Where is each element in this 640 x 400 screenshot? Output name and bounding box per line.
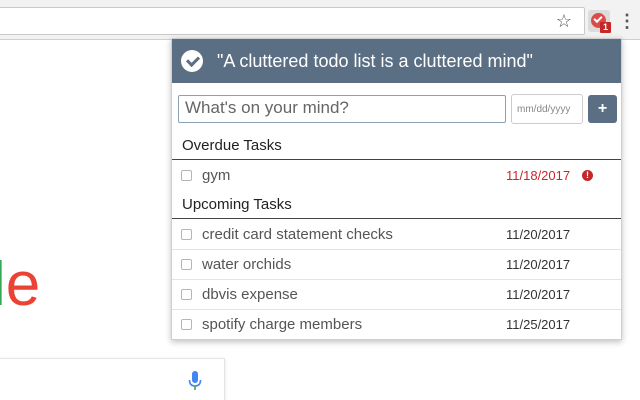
add-task-button[interactable]: + xyxy=(588,95,617,123)
task-row: gym 11/18/2017 ! xyxy=(172,161,621,191)
microphone-icon[interactable] xyxy=(188,370,202,392)
todo-popup: "A cluttered todo list is a cluttered mi… xyxy=(171,38,622,340)
task-name: water orchids xyxy=(202,256,292,273)
task-row: dbvis expense 11/20/2017 xyxy=(172,280,621,310)
task-due-date: 11/25/2017 xyxy=(506,317,571,332)
task-due-date: 11/18/2017 xyxy=(506,168,571,183)
section-divider xyxy=(172,159,621,160)
check-circle-icon xyxy=(181,50,203,72)
section-divider xyxy=(172,218,621,219)
todo-extension-icon[interactable]: 1 xyxy=(588,10,611,33)
task-checkbox[interactable] xyxy=(181,289,192,300)
google-logo: le xyxy=(0,250,40,320)
task-due-date: 11/20/2017 xyxy=(506,287,571,302)
kebab-menu-icon[interactable]: ⋮ xyxy=(618,10,636,32)
task-row: spotify charge members 11/25/2017 xyxy=(172,310,621,340)
header-quote: "A cluttered todo list is a cluttered mi… xyxy=(217,51,533,71)
task-checkbox[interactable] xyxy=(181,229,192,240)
task-name: spotify charge members xyxy=(202,316,363,333)
section-title-upcoming: Upcoming Tasks xyxy=(182,196,292,213)
task-due-date: 11/20/2017 xyxy=(506,227,571,242)
task-row: water orchids 11/20/2017 xyxy=(172,250,621,280)
star-icon[interactable]: ☆ xyxy=(554,11,574,31)
task-name: credit card statement checks xyxy=(202,226,393,243)
task-due-date: 11/20/2017 xyxy=(506,257,571,272)
due-date-input[interactable] xyxy=(511,94,583,124)
task-name: gym xyxy=(202,167,231,184)
task-input[interactable] xyxy=(178,95,506,123)
task-checkbox[interactable] xyxy=(181,170,192,181)
exclamation-circle-icon: ! xyxy=(582,170,593,181)
extension-badge: 1 xyxy=(600,22,611,33)
browser-toolbar: ☆ 1 ⋮ xyxy=(0,0,640,40)
task-name: dbvis expense xyxy=(202,286,298,303)
task-row: credit card statement checks 11/20/2017 xyxy=(172,220,621,250)
google-logo-letter: e xyxy=(5,250,41,319)
task-checkbox[interactable] xyxy=(181,259,192,270)
popup-header: "A cluttered todo list is a cluttered mi… xyxy=(172,39,621,83)
section-title-overdue: Overdue Tasks xyxy=(182,137,282,154)
address-bar[interactable] xyxy=(0,7,585,35)
task-checkbox[interactable] xyxy=(181,319,192,330)
